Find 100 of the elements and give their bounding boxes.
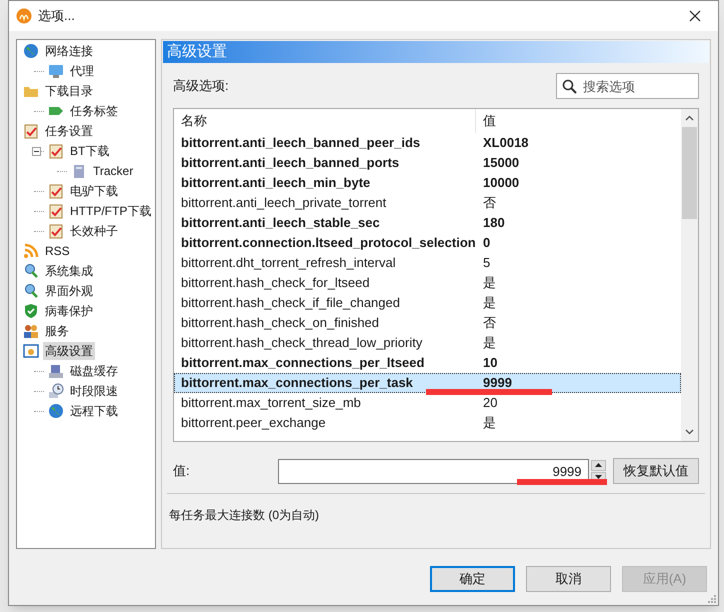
option-value: 是 (482, 334, 497, 352)
column-header[interactable]: 值 (476, 111, 681, 131)
tree-item[interactable]: 高级设置 (43, 342, 95, 360)
checklist-icon (48, 183, 64, 199)
column-header[interactable]: 名称 (174, 109, 476, 133)
up-arrow-icon (594, 463, 602, 467)
option-name: bittorrent.connection.ltseed_protocol_selection (180, 234, 477, 252)
option-name: bittorrent.anti_leech_min_byte (180, 174, 372, 192)
option-value: 是 (482, 274, 497, 292)
checklist-icon (23, 123, 39, 139)
restore-default-button[interactable]: 恢复默认值 (612, 458, 699, 484)
option-description: 每任务最大连接数 (0为自动) (168, 507, 320, 524)
clock-icon (48, 383, 64, 399)
option-value: 15000 (482, 154, 520, 172)
section-label: 高级选项: (173, 77, 229, 96)
panel-header: 高级设置 (163, 41, 709, 63)
option-name: bittorrent.dht_torrent_refresh_interval (180, 254, 397, 272)
scroll-down-icon[interactable] (685, 429, 694, 435)
option-name: bittorrent.hash_check_if_file_changed (180, 294, 401, 312)
scroll-thumb[interactable] (682, 127, 697, 219)
table-row[interactable]: bittorrent.anti_leech_stable_sec 180 (174, 213, 681, 233)
table-row[interactable]: bittorrent.hash_check_if_file_changed 是 (174, 293, 681, 313)
tree-item[interactable]: HTTP/FTP下载 (68, 202, 154, 220)
table-row[interactable]: bittorrent.anti_leech_private_torrent 否 (174, 193, 681, 213)
checklist-icon (48, 223, 64, 239)
value-label: 值: (173, 462, 191, 480)
monitor-icon (48, 63, 64, 79)
tree-item[interactable]: 系统集成 (43, 262, 95, 280)
option-value: 5 (482, 254, 492, 272)
table-row[interactable]: bittorrent.anti_leech_banned_ports 15000 (174, 153, 681, 173)
spin-up-button[interactable] (590, 460, 606, 470)
scrollbar[interactable] (681, 109, 698, 441)
ok-button[interactable]: 确定 (430, 566, 515, 592)
tree-item[interactable]: RSS (43, 242, 72, 260)
option-name: bittorrent.anti_leech_stable_sec (180, 214, 381, 232)
magnifier-icon (23, 263, 39, 279)
tree-item[interactable]: 长效种子 (68, 222, 120, 240)
globe-icon (23, 43, 39, 59)
tree-item[interactable]: 下载目录 (43, 82, 95, 100)
rss-icon (23, 243, 39, 259)
value-field[interactable]: 9999 (278, 458, 589, 484)
tree-item[interactable]: 任务设置 (43, 122, 95, 140)
search-field[interactable]: 搜索选项 (556, 73, 699, 99)
tree-item[interactable]: 任务标签 (68, 102, 120, 120)
tree-item[interactable]: 网络连接 (43, 42, 95, 60)
tree-item[interactable]: 时段限速 (68, 382, 120, 400)
table-row[interactable]: bittorrent.anti_leech_banned_peer_ids XL0018 (174, 133, 681, 153)
option-value: 是 (482, 414, 497, 432)
tree-item[interactable]: 病毒保护 (43, 302, 95, 320)
disk-icon (48, 363, 64, 379)
option-value: 否 (482, 314, 497, 332)
tree-item[interactable]: 界面外观 (43, 282, 95, 300)
table-row[interactable]: bittorrent.dht_torrent_refresh_interval 5 (174, 253, 681, 273)
collapse-icon[interactable] (32, 146, 41, 156)
checklist-icon (48, 203, 64, 219)
down-arrow-icon (594, 475, 602, 479)
scroll-up-icon[interactable] (685, 115, 694, 121)
shield-icon (23, 303, 39, 319)
table-row[interactable]: bittorrent.max_torrent_size_mb 20 (174, 393, 681, 413)
option-name: bittorrent.max_torrent_size_mb (180, 394, 362, 412)
tree-item[interactable]: 磁盘缓存 (68, 362, 120, 380)
server-icon (71, 163, 87, 179)
people-icon (23, 323, 39, 339)
tree-item[interactable]: 代理 (68, 62, 96, 80)
table-row[interactable]: bittorrent.max_connections_per_ltseed 10 (174, 353, 681, 373)
search-icon (562, 79, 577, 94)
tree-item[interactable]: BT下载 (68, 142, 112, 160)
option-name: bittorrent.peer_exchange (180, 414, 327, 432)
table-row[interactable]: bittorrent.peer_exchange 是 (174, 413, 681, 433)
option-value: 9999 (482, 374, 513, 392)
option-name: bittorrent.anti_leech_private_torrent (180, 194, 388, 212)
table-row[interactable]: bittorrent.hash_check_for_ltseed 是 (174, 273, 681, 293)
magnifier-icon (23, 283, 39, 299)
option-value: 0 (482, 234, 492, 252)
option-value: 否 (482, 194, 497, 212)
option-name: bittorrent.hash_check_thread_low_priority (180, 334, 424, 352)
cancel-button[interactable]: 取消 (526, 566, 611, 592)
close-icon[interactable] (689, 10, 701, 22)
table-row[interactable]: bittorrent.hash_check_on_finished 否 (174, 313, 681, 333)
window-title: 选项... (38, 7, 75, 26)
option-name: bittorrent.anti_leech_banned_peer_ids (180, 134, 422, 152)
option-value: 180 (482, 214, 506, 232)
app-icon (16, 8, 32, 24)
table-row[interactable]: bittorrent.max_connections_per_task 9999 (174, 373, 681, 393)
table-row[interactable]: bittorrent.anti_leech_min_byte 10000 (174, 173, 681, 193)
option-name: bittorrent.hash_check_on_finished (180, 314, 380, 332)
tree-item[interactable]: 电驴下载 (68, 182, 120, 200)
table-row[interactable]: bittorrent.hash_check_thread_low_priority 是 (174, 333, 681, 353)
tree-item[interactable]: 服务 (43, 322, 71, 340)
tree-item[interactable]: Tracker (91, 162, 136, 180)
resize-grip-icon[interactable] (708, 595, 716, 603)
checklist-icon (48, 143, 64, 159)
option-name: bittorrent.max_connections_per_task (180, 374, 414, 392)
globe-icon (48, 403, 64, 419)
table-row[interactable]: bittorrent.connection.ltseed_protocol_selection 0 (174, 233, 681, 253)
tree-item[interactable]: 远程下载 (68, 402, 120, 420)
option-value: 10000 (482, 174, 520, 192)
option-value: XL0018 (482, 134, 530, 152)
option-value: 10 (482, 354, 498, 372)
settings-window-icon (23, 343, 39, 359)
